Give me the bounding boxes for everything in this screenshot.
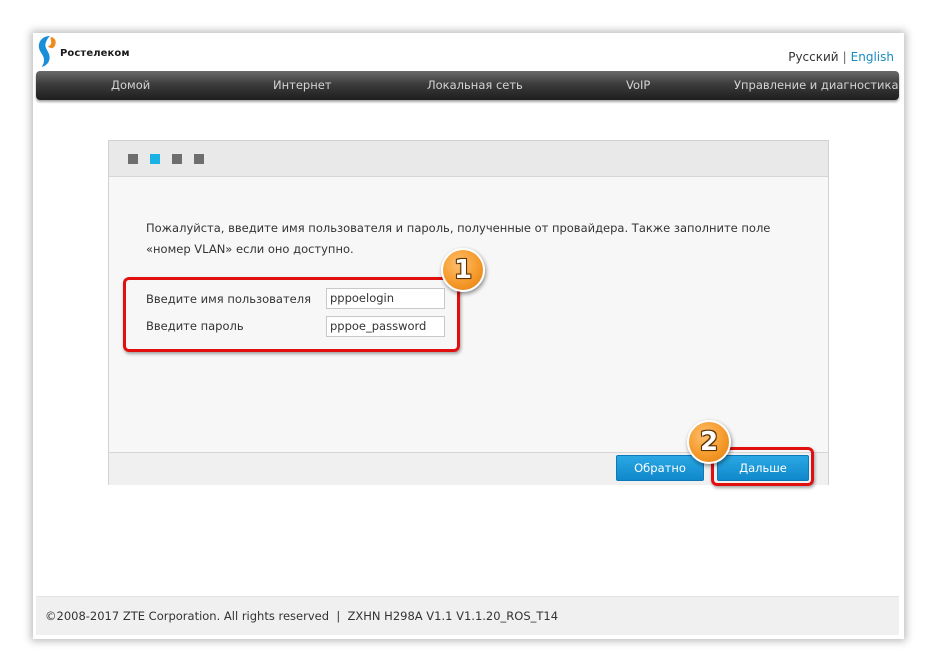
nav-item-lan[interactable]: Локальная сеть xyxy=(427,71,523,100)
nav-item-home[interactable]: Домой xyxy=(111,71,150,100)
lang-separator: | xyxy=(842,50,847,64)
brand-name: Ростелеком xyxy=(60,47,130,59)
annotation-badge-2: 2 xyxy=(687,420,731,464)
wizard-step-1 xyxy=(128,154,138,164)
lang-english-link[interactable]: English xyxy=(851,50,894,64)
page-footer: ©2008-2017 ZTE Corporation. All rights r… xyxy=(36,596,899,635)
annotation-badge-1: 1 xyxy=(441,248,485,292)
rostelecom-logo-icon xyxy=(38,36,56,67)
nav-item-voip[interactable]: VoIP xyxy=(626,71,650,100)
nav-item-internet[interactable]: Интернет xyxy=(273,71,332,100)
language-switcher: Русский | English xyxy=(788,50,894,64)
back-button[interactable]: Обратно xyxy=(616,455,704,481)
footer-separator: | xyxy=(336,609,341,623)
footer-text: ©2008-2017 ZTE Corporation. All rights r… xyxy=(45,609,558,623)
wizard-step-3 xyxy=(172,154,182,164)
router-web-window: Ростелеком Русский | English Домой Интерне… xyxy=(33,33,904,639)
wizard-step-2-active xyxy=(150,154,160,164)
footer-copyright: ©2008-2017 ZTE Corporation. All rights r… xyxy=(45,609,330,623)
wizard-step-indicator xyxy=(109,141,828,177)
wizard-step-4 xyxy=(194,154,204,164)
nav-item-management[interactable]: Управление и диагностика xyxy=(734,71,899,100)
brand-logo[interactable]: Ростелеком xyxy=(36,33,130,69)
main-nav: Домой Интернет Локальная сеть VoIP Управ… xyxy=(36,71,899,100)
footer-version: ZXHN H298A V1.1 V1.1.20_ROS_T14 xyxy=(347,609,559,623)
lang-russian-link[interactable]: Русский xyxy=(788,50,838,64)
highlight-credentials xyxy=(123,277,460,352)
